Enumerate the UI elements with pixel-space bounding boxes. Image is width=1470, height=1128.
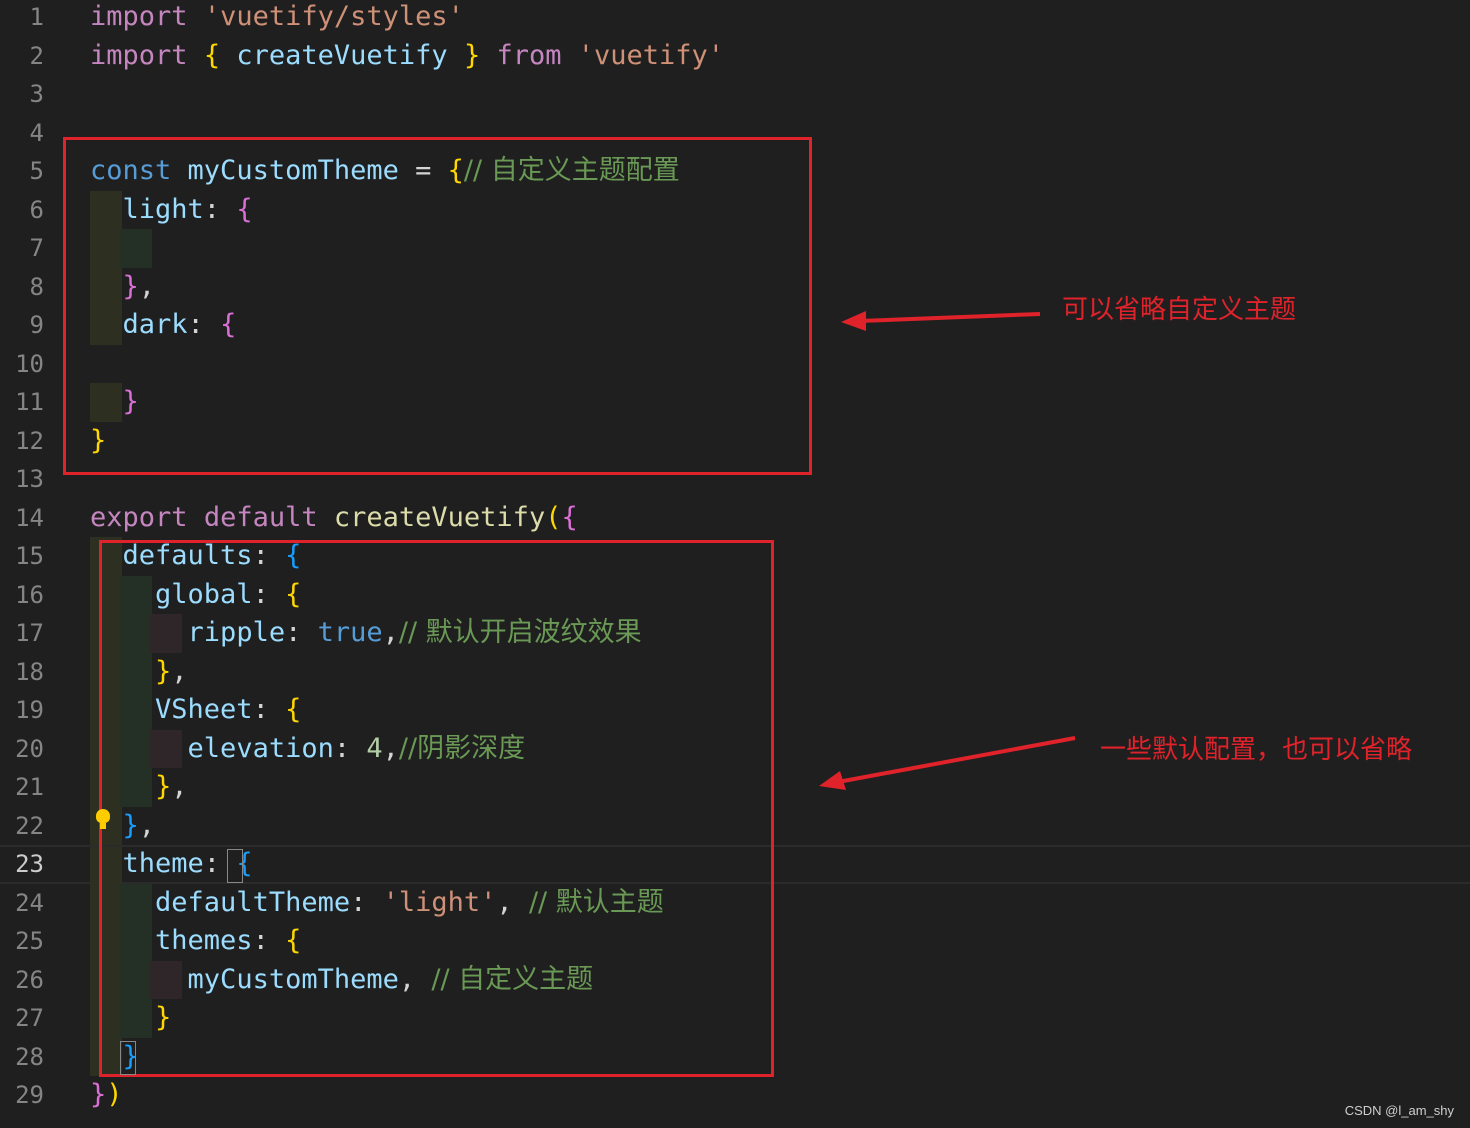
arrow-to-custom-theme	[841, 311, 1041, 331]
annotation-label-bottom: 一些默认配置，也可以省略	[1100, 735, 1413, 765]
annotation-arrows	[819, 311, 1076, 790]
bracket-match-highlight	[227, 849, 243, 883]
annotation-label-top: 可以省略自定义主题	[1062, 295, 1297, 325]
arrow-to-defaults	[819, 736, 1076, 790]
bracket-match-highlight	[120, 1041, 136, 1075]
watermark: CSDN @l_am_shy	[1344, 1103, 1454, 1118]
lightbulb-icon[interactable]	[96, 809, 110, 829]
